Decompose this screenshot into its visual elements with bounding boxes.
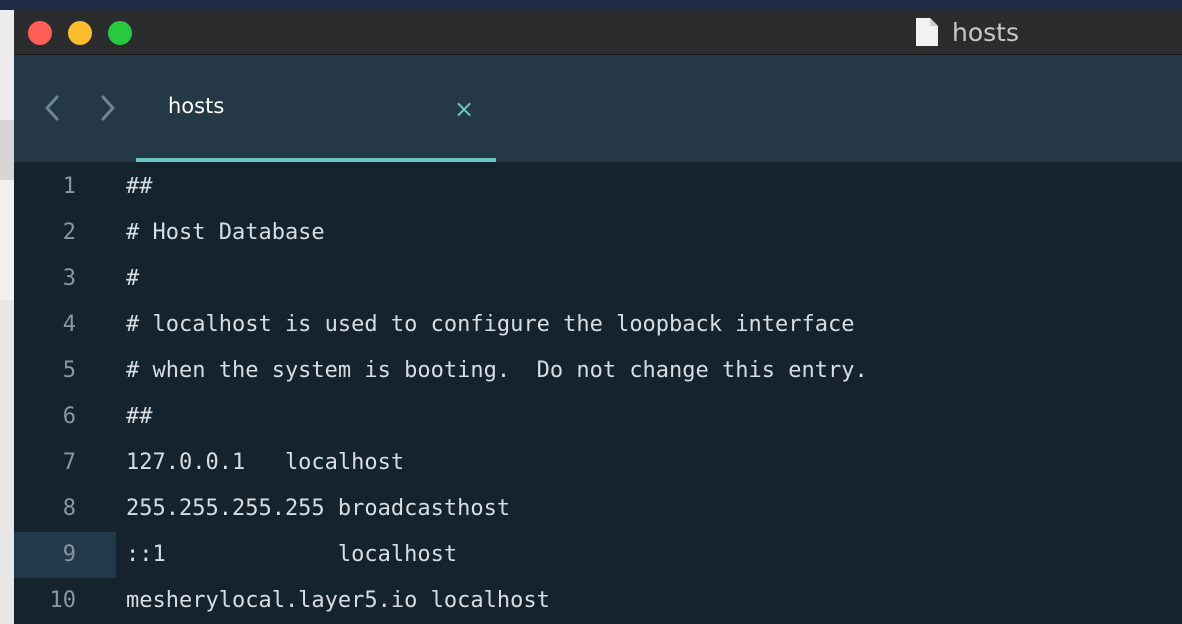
code-text[interactable]: # localhost is used to configure the loo… xyxy=(126,302,854,348)
line-number: 6 xyxy=(62,404,76,429)
gutter: 8 xyxy=(14,486,116,532)
background-window-band xyxy=(0,120,14,180)
line-number: 2 xyxy=(62,220,76,245)
code-line: 4 # localhost is used to configure the l… xyxy=(14,302,1182,348)
code-line: 3 # xyxy=(14,256,1182,302)
code-line: 10 mesherylocal.layer5.io localhost xyxy=(14,578,1182,624)
editor-window: hosts hosts × 1 ## 2 # Host Database 3 #… xyxy=(14,10,1182,624)
gutter: 5 xyxy=(14,348,116,394)
gutter: 3 xyxy=(14,256,116,302)
code-text[interactable]: # when the system is booting. Do not cha… xyxy=(126,348,868,394)
chevron-left-icon[interactable] xyxy=(38,93,68,123)
background-window-band xyxy=(0,300,14,624)
code-text[interactable]: ::1 localhost xyxy=(126,532,457,578)
line-number: 8 xyxy=(62,496,76,521)
chevron-right-icon[interactable] xyxy=(92,93,122,123)
gutter: 6 xyxy=(14,394,116,440)
code-text[interactable]: 127.0.0.1 localhost xyxy=(126,440,404,486)
code-line-current: 9 ::1 localhost xyxy=(14,532,1182,578)
tab-hosts[interactable]: hosts × xyxy=(136,55,496,162)
tab-bar: hosts × xyxy=(14,55,1182,162)
line-number: 5 xyxy=(62,358,76,383)
tab-label: hosts xyxy=(168,94,225,118)
code-line: 8 255.255.255.255 broadcasthost xyxy=(14,486,1182,532)
maximize-window-button[interactable] xyxy=(108,21,132,45)
code-text[interactable]: ## xyxy=(126,394,153,440)
code-text[interactable]: 255.255.255.255 broadcasthost xyxy=(126,486,510,532)
line-number: 3 xyxy=(62,266,76,291)
document-icon xyxy=(916,18,938,46)
line-number: 4 xyxy=(62,312,76,337)
code-text[interactable]: mesherylocal.layer5.io localhost xyxy=(126,578,550,624)
window-title-group: hosts xyxy=(914,17,1019,47)
background-window-band xyxy=(0,180,14,300)
desktop-menubar-strip xyxy=(0,0,1182,10)
minimize-window-button[interactable] xyxy=(68,21,92,45)
gutter: 1 xyxy=(14,164,116,210)
line-number: 10 xyxy=(49,588,77,613)
window-title: hosts xyxy=(952,17,1019,47)
code-line: 7 127.0.0.1 localhost xyxy=(14,440,1182,486)
line-number: 9 xyxy=(62,542,76,567)
background-window-edge xyxy=(0,10,14,624)
code-text[interactable]: # Host Database xyxy=(126,210,325,256)
desktop-background: hosts hosts × 1 ## 2 # Host Database 3 #… xyxy=(0,0,1182,624)
gutter: 10 xyxy=(14,578,116,624)
gutter: 4 xyxy=(14,302,116,348)
line-number: 1 xyxy=(62,174,76,199)
code-line: 1 ## xyxy=(14,164,1182,210)
code-text[interactable]: ## xyxy=(126,164,153,210)
code-editor[interactable]: 1 ## 2 # Host Database 3 # 4 # localhost… xyxy=(14,162,1182,624)
close-icon[interactable]: × xyxy=(448,95,480,123)
close-window-button[interactable] xyxy=(28,21,52,45)
code-line: 2 # Host Database xyxy=(14,210,1182,256)
gutter: 2 xyxy=(14,210,116,256)
gutter: 7 xyxy=(14,440,116,486)
titlebar: hosts xyxy=(14,10,1182,55)
code-text[interactable]: # xyxy=(126,256,139,302)
code-line: 6 ## xyxy=(14,394,1182,440)
code-line: 5 # when the system is booting. Do not c… xyxy=(14,348,1182,394)
gutter-current: 9 xyxy=(14,532,116,578)
background-window-band xyxy=(0,10,14,120)
line-number: 7 xyxy=(62,450,76,475)
